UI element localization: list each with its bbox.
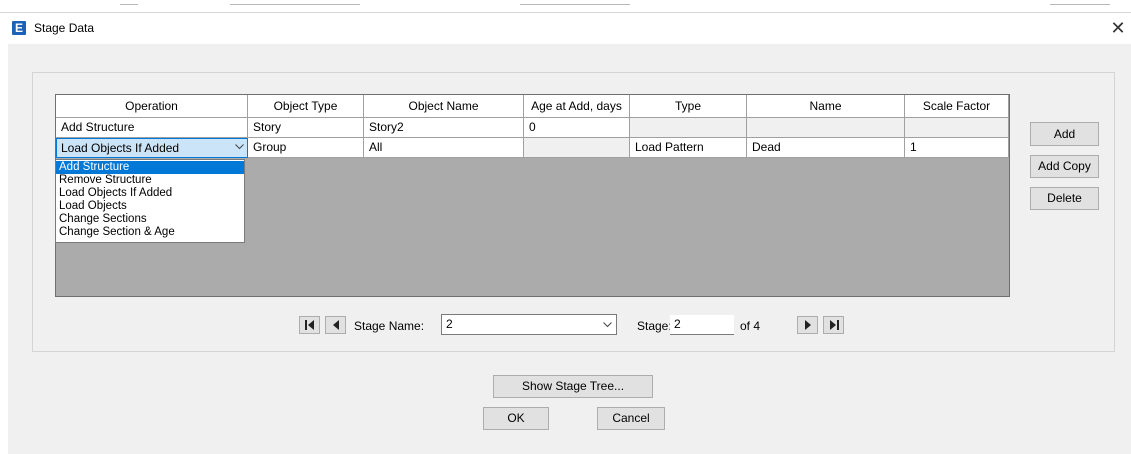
chevron-down-icon[interactable]	[603, 315, 612, 334]
table-cell[interactable]: Group	[248, 138, 364, 158]
column-header-operation[interactable]: Operation	[56, 95, 248, 118]
table-cell[interactable]: Story	[248, 118, 364, 138]
first-record-icon	[305, 320, 314, 330]
app-logo-icon: E	[12, 21, 26, 35]
dropdown-option[interactable]: Load Objects If Added	[56, 187, 244, 200]
table-cell[interactable]: All	[364, 138, 524, 158]
previous-record-icon	[333, 320, 339, 330]
table-cell[interactable]: Dead	[747, 138, 905, 158]
column-header-type[interactable]: Type	[630, 95, 747, 118]
last-stage-button[interactable]	[823, 316, 844, 334]
column-header-age[interactable]: Age at Add, days	[524, 95, 630, 118]
window-title: Stage Data	[34, 21, 95, 35]
table-cell	[630, 118, 747, 138]
table-cell	[905, 118, 1009, 138]
table-cell[interactable]: 1	[905, 138, 1009, 158]
stage-label: Stage:	[637, 319, 672, 333]
column-header-name[interactable]: Name	[747, 95, 905, 118]
table-cell	[747, 118, 905, 138]
dropdown-option[interactable]: Add Structure	[56, 161, 244, 174]
stage-number-field[interactable]: 2	[670, 315, 734, 335]
column-header-object-name[interactable]: Object Name	[364, 95, 524, 118]
table-cell[interactable]: 0	[524, 118, 630, 138]
table-cell[interactable]: Story2	[364, 118, 524, 138]
stage-count-label: of 4	[740, 319, 761, 333]
column-header-scale-factor[interactable]: Scale Factor	[905, 95, 1009, 118]
stage-name-label: Stage Name:	[354, 319, 425, 333]
close-button[interactable]: ✕	[1105, 14, 1131, 42]
ok-button[interactable]: OK	[483, 407, 549, 430]
table-cell	[524, 138, 630, 158]
dropdown-option[interactable]: Change Sections	[56, 213, 244, 226]
dropdown-option[interactable]: Load Objects	[56, 200, 244, 213]
next-stage-button[interactable]	[797, 316, 818, 334]
table-cell[interactable]: Load Pattern	[630, 138, 747, 158]
close-icon: ✕	[1110, 18, 1126, 38]
dropdown-option[interactable]: Change Section & Age	[56, 226, 244, 239]
add-button[interactable]: Add	[1030, 122, 1099, 146]
previous-stage-button[interactable]	[325, 316, 346, 334]
delete-button[interactable]: Delete	[1030, 187, 1099, 210]
title-bar	[0, 14, 1131, 44]
operation-combo[interactable]: Load Objects If Added	[56, 138, 248, 158]
add-copy-button[interactable]: Add Copy	[1030, 155, 1099, 178]
operation-combo-value: Load Objects If Added	[61, 141, 180, 155]
operation-dropdown-list[interactable]: Add Structure Remove Structure Load Obje…	[55, 159, 245, 243]
next-record-icon	[805, 320, 811, 330]
chevron-down-icon[interactable]	[234, 139, 244, 157]
stage-name-combo[interactable]: 2	[441, 314, 617, 335]
show-stage-tree-button[interactable]: Show Stage Tree...	[493, 375, 653, 398]
dropdown-option[interactable]: Remove Structure	[56, 174, 244, 187]
last-record-icon	[830, 320, 839, 330]
table-cell[interactable]: Add Structure	[56, 118, 248, 138]
column-header-object-type[interactable]: Object Type	[248, 95, 364, 118]
stage-name-value: 2	[446, 317, 453, 331]
cancel-button[interactable]: Cancel	[597, 407, 665, 430]
first-stage-button[interactable]	[299, 316, 320, 334]
background-window-strip	[0, 0, 1131, 14]
